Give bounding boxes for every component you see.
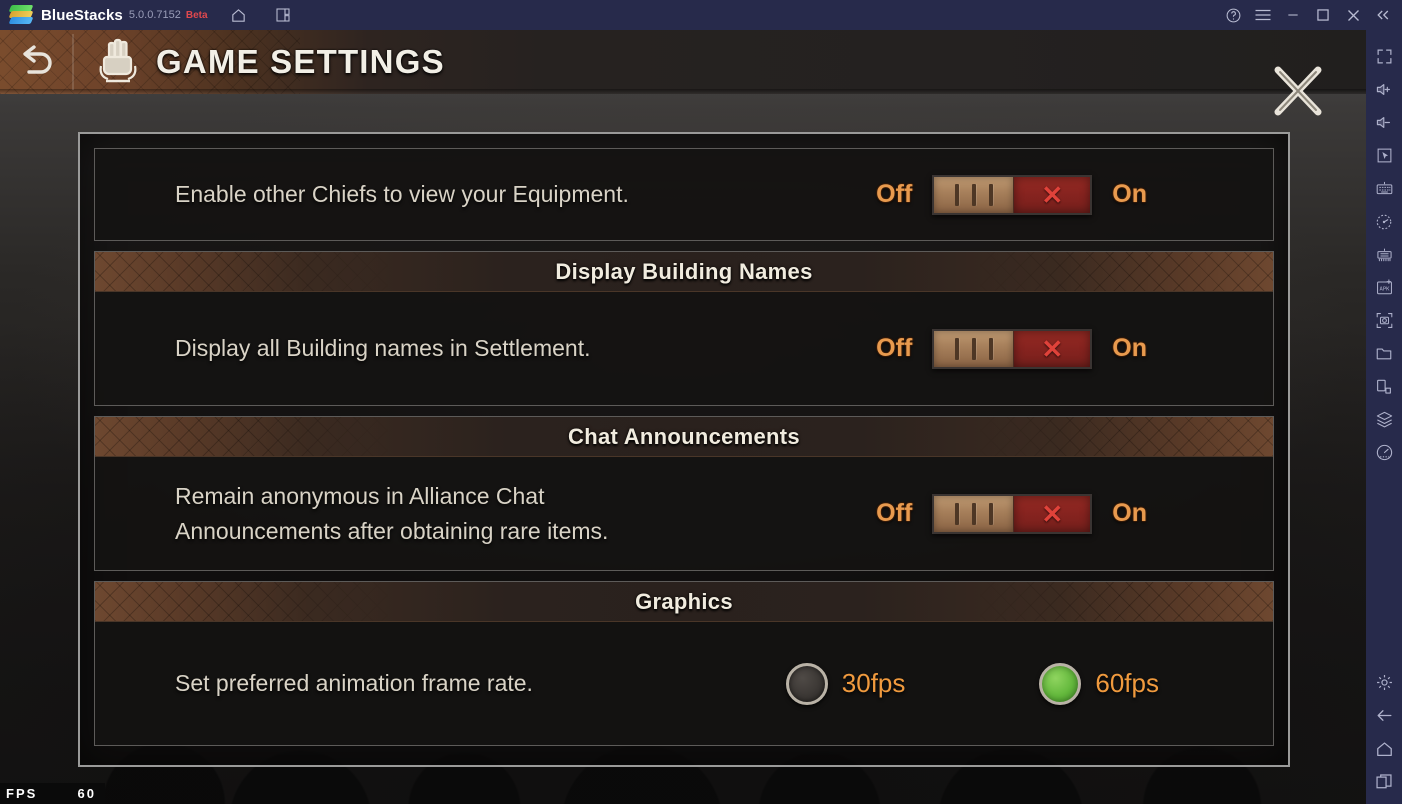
setting-row: Display all Building names in Settlement… — [95, 292, 1273, 405]
group-title-bar: Chat Announcements — [95, 417, 1273, 457]
fps-value: 60 — [77, 786, 96, 801]
setting-label: Set preferred animation frame rate. — [175, 670, 533, 697]
eco-mode-icon[interactable] — [1366, 205, 1402, 238]
bluestacks-titlebar: BlueStacks 5.0.0.7152 Beta — [0, 0, 1402, 30]
beta-badge: Beta — [185, 9, 208, 21]
help-icon[interactable] — [1218, 0, 1248, 30]
keyboard-controls-icon[interactable] — [1366, 172, 1402, 205]
fullscreen-icon[interactable] — [1366, 40, 1402, 73]
bluestacks-logo-icon — [8, 5, 34, 25]
page-title: GAME SETTINGS — [156, 43, 445, 80]
media-folder-icon[interactable] — [1366, 337, 1402, 370]
volume-down-icon[interactable] — [1366, 106, 1402, 139]
settings-panel: Enable other Chiefs to view your Equipme… — [78, 132, 1290, 767]
toggle-track-off: ✕ — [1014, 176, 1091, 213]
toggle-x-icon: ✕ — [1041, 498, 1064, 529]
chat-anonymous-toggle[interactable]: ✕ — [932, 493, 1093, 534]
toggle-knob — [934, 495, 1015, 532]
setting-row: Remain anonymous in Alliance Chat Announ… — [95, 457, 1273, 570]
app-name: BlueStacks — [41, 6, 123, 24]
close-icon[interactable] — [1338, 0, 1368, 30]
toggle-x-icon: ✕ — [1041, 333, 1064, 364]
app-version: 5.0.0.7152 — [128, 9, 181, 21]
install-apk-icon[interactable]: APK — [1366, 271, 1402, 304]
back-button[interactable] — [0, 30, 74, 94]
game-viewport: GAME SETTINGS Enable other Chiefs to vie… — [0, 30, 1366, 804]
setting-label: Display all Building names in Settlement… — [175, 335, 591, 362]
close-settings-button[interactable] — [1266, 60, 1330, 122]
toggle-track-off: ✕ — [1014, 495, 1091, 532]
toggle-off-label: Off — [876, 180, 913, 208]
multi-instance-manager-icon[interactable] — [1366, 403, 1402, 436]
settings-group-graphics: Graphics Set preferred animation frame r… — [94, 581, 1274, 746]
toggle-off-label: Off — [876, 499, 913, 527]
android-home-icon[interactable] — [1366, 732, 1402, 765]
frame-rate-option-30fps[interactable]: 30fps — [785, 662, 906, 705]
toggle-knob — [934, 176, 1015, 213]
collapse-sidebar-icon[interactable] — [1368, 0, 1398, 30]
group-title: Display Building Names — [555, 258, 813, 284]
game-settings-header: GAME SETTINGS — [0, 30, 1366, 116]
settings-group-display-building-names: Display Building Names Display all Build… — [94, 251, 1274, 406]
setting-label: Remain anonymous in Alliance Chat Announ… — [175, 483, 609, 544]
settings-gear-icon[interactable] — [1366, 666, 1402, 699]
settings-group-chat-announcements: Chat Announcements Remain anonymous in A… — [94, 416, 1274, 571]
toggle-on-label: On — [1112, 180, 1147, 208]
svg-text:APK: APK — [1379, 286, 1390, 292]
performance-meter-icon[interactable] — [1366, 436, 1402, 469]
fps-label: FPS — [6, 786, 38, 801]
recent-apps-icon[interactable] — [1366, 765, 1402, 798]
toggle-control-group: Off ✕ On — [876, 328, 1147, 369]
maximize-icon[interactable] — [1308, 0, 1338, 30]
hamburger-menu-icon[interactable] — [1248, 0, 1278, 30]
fist-emblem-icon — [94, 36, 142, 88]
group-title: Graphics — [635, 588, 733, 614]
cursor-pointer-icon[interactable] — [1366, 139, 1402, 172]
minimize-icon[interactable] — [1278, 0, 1308, 30]
radio-indicator — [1039, 662, 1082, 705]
toggle-knob — [934, 330, 1015, 367]
toggle-on-label: On — [1112, 499, 1147, 527]
radio-label: 30fps — [841, 668, 906, 698]
settings-group-equipment: Enable other Chiefs to view your Equipme… — [94, 148, 1274, 241]
multi-instance-icon[interactable] — [268, 0, 298, 30]
building-names-toggle[interactable]: ✕ — [932, 328, 1093, 369]
rotate-screen-icon[interactable] — [1366, 370, 1402, 403]
group-title: Chat Announcements — [568, 423, 800, 449]
radio-label: 60fps — [1095, 668, 1159, 698]
group-title-bar: Display Building Names — [95, 252, 1273, 292]
equipment-visibility-toggle[interactable]: ✕ — [932, 174, 1093, 215]
toggle-track-off: ✕ — [1014, 330, 1091, 367]
setting-row: Set preferred animation frame rate. 30fp… — [95, 622, 1273, 745]
toggle-x-icon: ✕ — [1041, 179, 1064, 210]
macro-recorder-icon[interactable] — [1366, 238, 1402, 271]
back-arrow-icon[interactable] — [1366, 699, 1402, 732]
setting-row: Enable other Chiefs to view your Equipme… — [95, 149, 1273, 240]
toggle-control-group: Off ✕ On — [876, 493, 1147, 534]
home-icon[interactable] — [224, 0, 254, 30]
frame-rate-option-60fps[interactable]: 60fps — [1039, 662, 1159, 705]
bluestacks-sidebar: APK — [1366, 30, 1402, 804]
volume-up-icon[interactable] — [1366, 73, 1402, 106]
toggle-off-label: Off — [876, 334, 913, 362]
group-title-bar: Graphics — [95, 582, 1273, 622]
fps-counter: FPS 60 — [0, 783, 105, 804]
radio-indicator — [785, 662, 828, 705]
toggle-control-group: Off ✕ On — [876, 174, 1147, 215]
screenshot-icon[interactable] — [1366, 304, 1402, 337]
frame-rate-radio-group: 30fps 60fps — [785, 662, 1159, 705]
toggle-on-label: On — [1112, 334, 1147, 362]
setting-label: Enable other Chiefs to view your Equipme… — [175, 181, 629, 208]
